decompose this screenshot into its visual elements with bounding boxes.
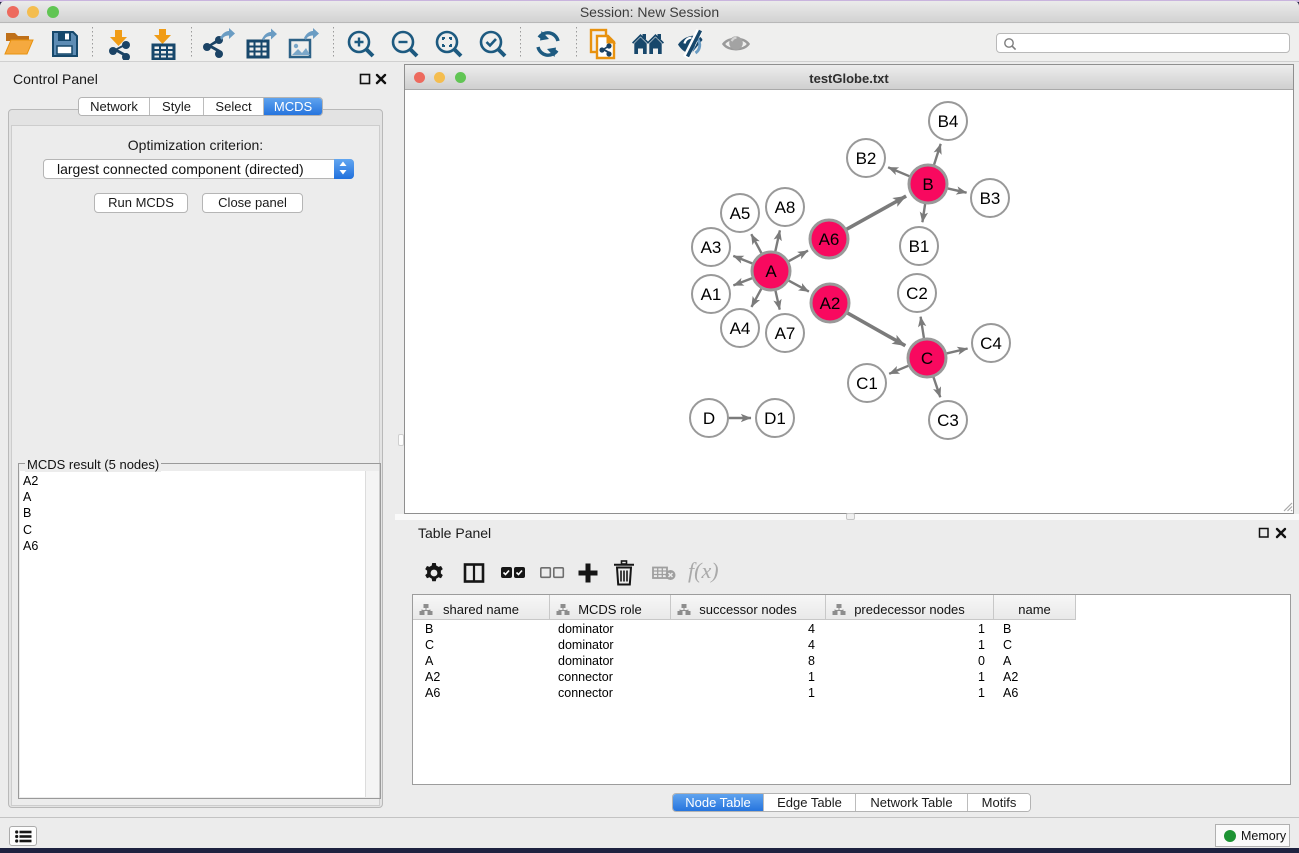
svg-text:B2: B2 — [856, 149, 877, 168]
svg-text:A8: A8 — [775, 198, 796, 217]
svg-text:B3: B3 — [980, 189, 1001, 208]
svg-text:A5: A5 — [730, 204, 751, 223]
svg-text:A1: A1 — [701, 285, 722, 304]
svg-text:C4: C4 — [980, 334, 1002, 353]
svg-text:C2: C2 — [906, 284, 928, 303]
svg-text:A: A — [765, 262, 777, 281]
svg-text:C: C — [921, 349, 933, 368]
svg-text:B4: B4 — [938, 112, 959, 131]
svg-text:A7: A7 — [775, 324, 796, 343]
svg-text:D: D — [703, 409, 715, 428]
svg-text:A6: A6 — [819, 230, 840, 249]
svg-text:A3: A3 — [701, 238, 722, 257]
svg-text:A2: A2 — [820, 294, 841, 313]
svg-text:D1: D1 — [764, 409, 786, 428]
svg-text:A4: A4 — [730, 319, 751, 338]
svg-text:C3: C3 — [937, 411, 959, 430]
svg-text:B: B — [922, 175, 933, 194]
svg-text:B1: B1 — [909, 237, 930, 256]
svg-text:C1: C1 — [856, 374, 878, 393]
